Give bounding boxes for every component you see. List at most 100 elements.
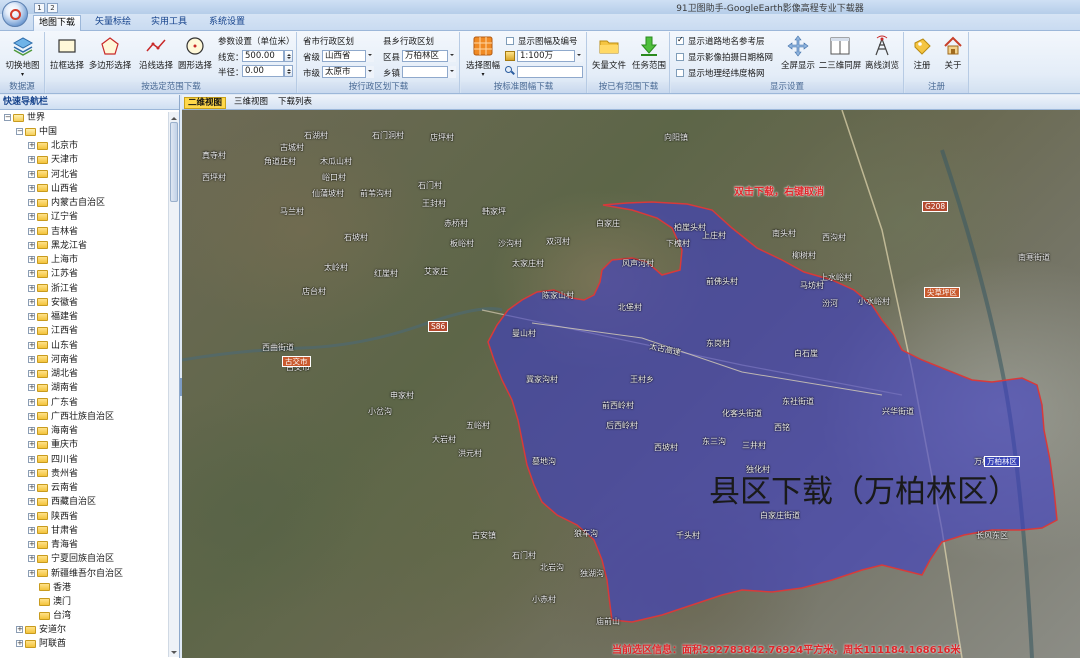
scale-dropdown-icon[interactable] xyxy=(574,50,583,62)
tree-node-world[interactable]: − 世界 xyxy=(4,112,45,126)
tree-node-province[interactable]: + 黑龙江省 xyxy=(28,240,87,254)
expand-icon[interactable]: + xyxy=(28,170,35,178)
tree-node-province[interactable]: + 甘肃省 xyxy=(28,525,78,539)
tree-node-province[interactable]: 澳门 xyxy=(28,596,71,610)
expand-icon[interactable]: + xyxy=(28,469,35,477)
expand-icon[interactable]: + xyxy=(28,526,35,534)
expand-icon[interactable]: + xyxy=(28,298,35,306)
tree-node-province[interactable]: + 重庆市 xyxy=(28,439,78,453)
tree-scrollbar[interactable] xyxy=(168,112,179,657)
tree-node-province[interactable]: + 新疆维吾尔自治区 xyxy=(28,568,123,582)
tree-node-province[interactable]: + 西藏自治区 xyxy=(28,496,96,510)
expand-icon[interactable]: + xyxy=(28,184,35,192)
tree-node-province[interactable]: + 云南省 xyxy=(28,482,78,496)
tree-node-province[interactable]: + 贵州省 xyxy=(28,468,78,482)
tree-node-province[interactable]: + 山东省 xyxy=(28,340,78,354)
expand-icon[interactable]: + xyxy=(28,227,35,235)
tree-node-province[interactable]: + 内蒙古自治区 xyxy=(28,197,105,211)
expand-icon[interactable]: + xyxy=(28,441,35,449)
province-dropdown-icon[interactable] xyxy=(365,50,374,62)
select-sheet-button[interactable]: 选择图幅 ▾ xyxy=(463,35,503,78)
fullscreen-button[interactable]: 全屏显示 xyxy=(778,35,818,71)
tree-node-province[interactable]: + 山西省 xyxy=(28,183,78,197)
date-grid-checkbox[interactable] xyxy=(676,53,684,61)
expand-icon[interactable]: + xyxy=(28,484,35,491)
expand-icon[interactable]: + xyxy=(28,199,35,206)
tree-node-country[interactable]: + 阿联酋 xyxy=(16,638,66,652)
switch-map-button[interactable]: 切换地图 ▾ xyxy=(2,35,43,78)
tree-node-province[interactable]: 台湾 xyxy=(28,610,71,624)
expand-icon[interactable]: + xyxy=(16,640,23,647)
town-dropdown-icon[interactable] xyxy=(447,66,456,78)
expand-icon[interactable]: + xyxy=(28,569,35,577)
expand-icon[interactable]: + xyxy=(28,398,35,406)
tree-node-province[interactable]: + 河北省 xyxy=(28,169,78,183)
radius-input[interactable]: 0.00 xyxy=(242,65,284,77)
app-menu-button[interactable] xyxy=(2,1,28,27)
tab-tools[interactable]: 实用工具 xyxy=(145,15,193,31)
expand-icon[interactable]: + xyxy=(28,284,35,292)
tree-node-province[interactable]: + 福建省 xyxy=(28,311,78,325)
tab-settings[interactable]: 系统设置 xyxy=(203,15,251,31)
expand-icon[interactable]: + xyxy=(28,241,35,249)
tree-node-province[interactable]: + 宁夏回族自治区 xyxy=(28,553,114,567)
task-range-button[interactable]: 任务范围 xyxy=(629,35,669,71)
expand-icon[interactable]: + xyxy=(28,341,35,349)
tree-node-china[interactable]: − 中国 xyxy=(16,126,57,140)
tree-node-province[interactable]: + 安徽省 xyxy=(28,297,78,311)
expand-icon[interactable]: + xyxy=(28,455,35,463)
latlon-grid-checkbox[interactable] xyxy=(676,69,684,77)
register-button[interactable]: 注册 xyxy=(906,35,938,71)
expand-icon[interactable]: + xyxy=(28,512,35,520)
tab-3d-view[interactable]: 三维视图 xyxy=(231,97,271,109)
tab-map-download[interactable]: 地图下载 xyxy=(33,15,81,31)
tree-node-province[interactable]: + 海南省 xyxy=(28,425,78,439)
line-select-button[interactable]: 沿线选择 xyxy=(137,35,175,71)
expand-icon[interactable]: + xyxy=(28,156,35,164)
tree-node-province[interactable]: + 青海省 xyxy=(28,539,78,553)
tree-node-province[interactable]: + 辽宁省 xyxy=(28,211,78,225)
sheet-search-input[interactable] xyxy=(517,66,583,78)
expand-icon[interactable]: + xyxy=(28,555,35,563)
collapse-icon[interactable]: − xyxy=(4,114,11,121)
tree-node-province[interactable]: + 北京市 xyxy=(28,140,78,154)
sheet-search-icon[interactable] xyxy=(505,66,515,76)
tree-node-country[interactable]: + 安道尔 xyxy=(16,624,66,638)
about-button[interactable]: 关于 xyxy=(938,35,968,71)
expand-icon[interactable]: + xyxy=(28,142,35,149)
tree-node-province[interactable]: + 湖南省 xyxy=(28,382,78,396)
qat-button-1[interactable]: 1 xyxy=(34,3,45,13)
tree-node-province[interactable]: 香港 xyxy=(28,582,71,596)
expand-icon[interactable]: + xyxy=(28,313,35,320)
tab-download-list[interactable]: 下载列表 xyxy=(275,97,315,109)
rect-select-button[interactable]: 拉框选择 xyxy=(47,35,87,71)
tree-node-province[interactable]: + 河南省 xyxy=(28,354,78,368)
tree-node-province[interactable]: + 江苏省 xyxy=(28,268,78,282)
expand-icon[interactable]: + xyxy=(16,626,23,633)
expand-icon[interactable]: + xyxy=(28,427,35,434)
tree-node-province[interactable]: + 浙江省 xyxy=(28,283,78,297)
expand-icon[interactable]: + xyxy=(28,270,35,278)
tree-node-province[interactable]: + 广东省 xyxy=(28,397,78,411)
scroll-down-icon[interactable] xyxy=(170,648,178,656)
expand-icon[interactable]: + xyxy=(28,370,35,377)
radius-spinner[interactable] xyxy=(284,65,293,77)
tree-node-province[interactable]: + 上海市 xyxy=(28,254,78,268)
scroll-thumb[interactable] xyxy=(170,122,178,202)
road-layer-checkbox[interactable] xyxy=(676,35,684,45)
selected-region-polygon[interactable] xyxy=(487,201,1058,623)
expand-icon[interactable]: + xyxy=(28,541,35,548)
county-dropdown-icon[interactable] xyxy=(447,50,456,62)
offline-browse-button[interactable]: 离线浏览 xyxy=(862,35,902,71)
tab-2d-view[interactable]: 二维视图 xyxy=(184,97,227,109)
tree-node-province[interactable]: + 江西省 xyxy=(28,325,78,339)
collapse-icon[interactable]: − xyxy=(16,128,23,135)
expand-icon[interactable]: + xyxy=(28,256,35,263)
city-dropdown-icon[interactable] xyxy=(365,66,374,78)
expand-icon[interactable]: + xyxy=(28,327,35,335)
sync-view-button[interactable]: 二三维同屏 xyxy=(818,35,862,71)
linewidth-input[interactable]: 500.00 xyxy=(242,50,284,62)
linewidth-spinner[interactable] xyxy=(284,50,293,62)
circle-select-button[interactable]: 圆形选择 xyxy=(175,35,215,71)
polygon-select-button[interactable]: 多边形选择 xyxy=(87,35,133,71)
